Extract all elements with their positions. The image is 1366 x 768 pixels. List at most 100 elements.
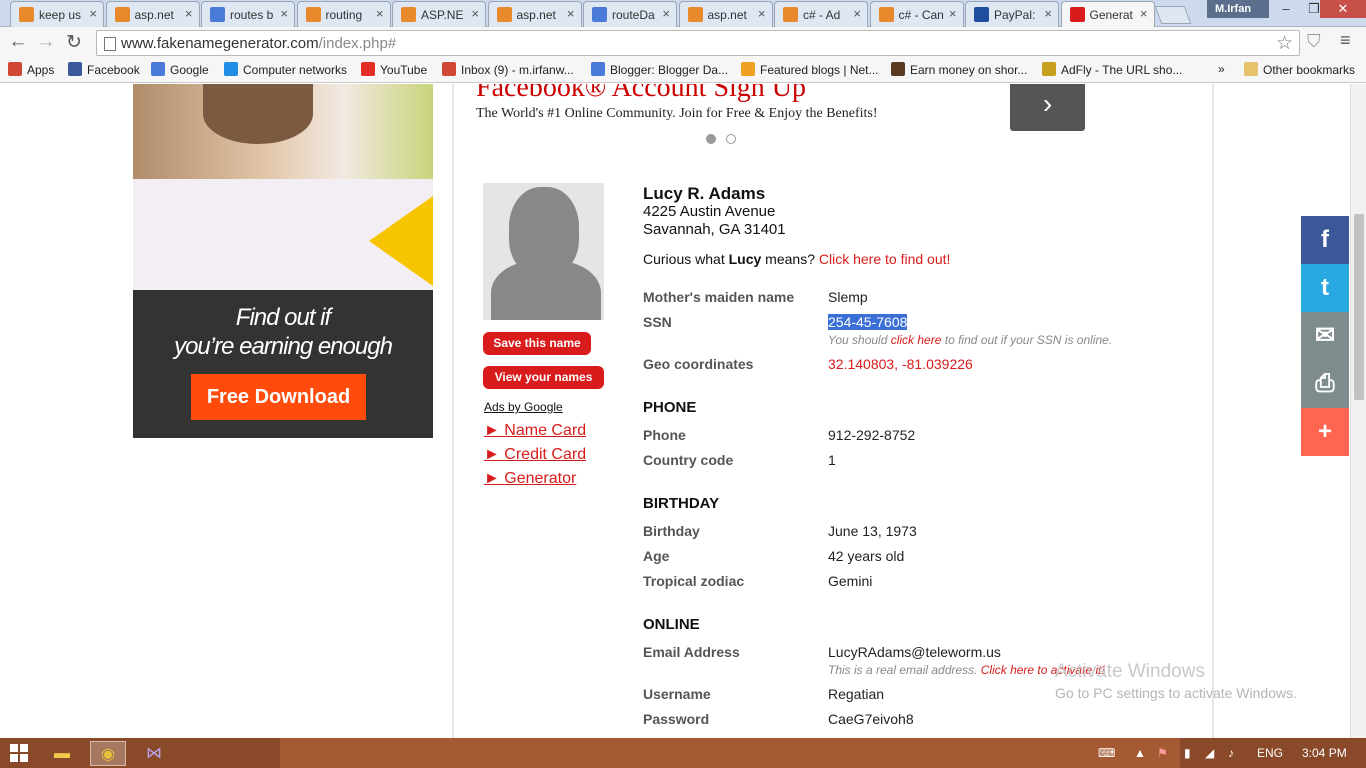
bookmark-item[interactable]: AdFly - The URL sho... — [1042, 62, 1182, 77]
bookmark-item[interactable]: Blogger: Blogger Da... — [591, 62, 728, 77]
email-label: Email Address — [643, 644, 740, 660]
bookmark-item[interactable]: Facebook — [68, 62, 140, 77]
close-tab-icon[interactable]: × — [280, 6, 288, 21]
clock[interactable]: 3:04 PM — [1302, 746, 1347, 760]
geo-value-link[interactable]: 32.140803, -81.039226 — [828, 356, 973, 372]
browser-tab[interactable]: Generat × — [1060, 1, 1155, 28]
bookmark-item[interactable]: Google — [151, 62, 209, 77]
browser-tab[interactable]: asp.net × — [487, 1, 582, 27]
browser-tab[interactable]: c# - Ad × — [774, 1, 868, 27]
plus-icon[interactable]: + — [1301, 408, 1349, 456]
browser-tab[interactable]: asp.net × — [105, 1, 200, 27]
close-tab-icon[interactable]: × — [567, 6, 575, 21]
back-icon[interactable]: ← — [6, 31, 30, 53]
reload-icon[interactable]: ↻ — [62, 31, 86, 54]
browser-toolbar: ← → ↻ www.fakenamegenerator.com/index.ph… — [0, 27, 1366, 58]
google-icon — [210, 7, 225, 22]
bookmark-item[interactable]: Earn money on shor... — [891, 62, 1027, 77]
name-meaning-link[interactable]: Click here to find out! — [819, 251, 951, 267]
bookmark-item[interactable]: Computer networks — [224, 62, 347, 77]
name-card-link[interactable]: ► Name Card — [484, 422, 586, 440]
username-value: Regatian — [828, 686, 885, 702]
close-window-button[interactable]: ✕ — [1320, 0, 1366, 18]
forward-icon[interactable]: → — [34, 31, 58, 53]
close-tab-icon[interactable]: × — [89, 6, 97, 21]
print-icon[interactable]: ⎙ — [1301, 360, 1349, 408]
fb-ad-title[interactable]: Facebook® Account Sign Up — [476, 84, 806, 104]
browser-tab[interactable]: routing × — [296, 1, 391, 27]
ssn-value[interactable]: 254-45-7608 — [828, 314, 908, 330]
email-value: LucyRAdams@teleworm.us — [828, 644, 1001, 660]
mail-icon[interactable]: ✉ — [1301, 312, 1349, 360]
tab-title: routing — [325, 8, 363, 22]
ads-by-google-link[interactable]: Ads by Google — [484, 400, 563, 414]
free-download-button[interactable]: Free Download — [191, 374, 366, 420]
generator-link[interactable]: ► Generator — [484, 470, 576, 488]
birthday-label: Birthday — [643, 523, 700, 539]
shield-extension-icon[interactable]: ⛉ — [1307, 31, 1327, 53]
file-explorer-icon[interactable]: ▬ — [44, 741, 80, 766]
bookmark-label: Earn money on shor... — [910, 63, 1028, 77]
new-tab-button[interactable] — [1154, 6, 1192, 24]
carousel-dot-1[interactable] — [706, 134, 716, 144]
chrome-menu-icon[interactable]: ≡ — [1340, 30, 1351, 51]
close-tab-icon[interactable]: × — [185, 6, 193, 21]
browser-tab[interactable]: ASP.NE × — [392, 1, 486, 27]
bookmark-item[interactable]: Inbox (9) - m.irfanw... — [442, 62, 574, 77]
browser-tab[interactable]: routes b × — [201, 1, 295, 27]
close-tab-icon[interactable]: × — [662, 6, 670, 21]
maiden-name-value: Slemp — [828, 289, 868, 305]
view-names-button[interactable]: View your names — [483, 366, 604, 389]
browser-tab[interactable]: routeDa × — [583, 1, 677, 27]
close-tab-icon[interactable]: × — [1140, 6, 1148, 21]
facebook-icon[interactable]: f — [1301, 216, 1349, 264]
battery-icon[interactable]: ▮ — [1184, 746, 1191, 760]
save-name-button[interactable]: Save this name — [483, 332, 591, 355]
ssn-check-link[interactable]: click here — [891, 333, 942, 347]
volume-icon[interactable]: ♪ — [1228, 746, 1234, 760]
stack-icon — [401, 7, 416, 22]
tab-title: c# - Ad — [803, 8, 841, 22]
scrollbar-thumb[interactable] — [1354, 214, 1364, 400]
close-tab-icon[interactable]: × — [758, 6, 766, 21]
bookmark-label: Google — [170, 63, 209, 77]
url-host: www.fakenamegenerator.com — [121, 35, 319, 52]
bookmark-label: Facebook — [87, 63, 140, 77]
browser-tab[interactable]: keep us × — [10, 1, 104, 27]
visual-studio-icon[interactable]: ⋈ — [136, 741, 172, 766]
page-scrollbar[interactable] — [1350, 84, 1366, 738]
bookmark-item[interactable]: Apps — [8, 62, 54, 77]
close-tab-icon[interactable]: × — [1044, 6, 1052, 21]
close-tab-icon[interactable]: × — [376, 6, 384, 21]
other-bookmarks[interactable]: Other bookmarks — [1244, 62, 1355, 77]
browser-tab[interactable]: asp.net × — [678, 1, 773, 27]
bookmarks-more-button[interactable]: » — [1218, 62, 1225, 76]
network-icon[interactable]: ◢ — [1205, 746, 1214, 760]
tray-expand-icon[interactable]: ▲ — [1134, 746, 1146, 760]
bookmark-star-icon[interactable]: ☆ — [1276, 32, 1293, 55]
credit-card-link[interactable]: ► Credit Card — [484, 446, 586, 464]
windows-start-icon[interactable] — [10, 744, 28, 762]
profile-button[interactable]: M.Irfan — [1207, 0, 1269, 18]
left-advertisement[interactable]: Find out if you’re earning enough Free D… — [133, 84, 433, 438]
close-tab-icon[interactable]: × — [853, 6, 861, 21]
action-center-icon[interactable]: ⚑ — [1157, 746, 1168, 760]
browser-tab[interactable]: PayPal: × — [965, 1, 1059, 27]
carousel-dot-2[interactable] — [726, 134, 736, 144]
browser-tab[interactable]: c# - Can × — [869, 1, 964, 27]
language-indicator[interactable]: ENG — [1257, 746, 1283, 760]
close-tab-icon[interactable]: × — [471, 6, 479, 21]
bookmark-item[interactable]: YouTube — [361, 62, 427, 77]
stack-icon — [496, 7, 512, 22]
carousel-next-icon[interactable]: › — [1010, 84, 1085, 131]
bookmark-item[interactable]: Featured blogs | Net... — [741, 62, 879, 77]
close-tab-icon[interactable]: × — [949, 6, 957, 21]
twitter-icon[interactable]: t — [1301, 264, 1349, 312]
address-bar[interactable]: www.fakenamegenerator.com/index.php# ☆ — [96, 30, 1300, 56]
minimize-button[interactable]: – — [1272, 0, 1300, 18]
fb-ad-subtitle: The World's #1 Online Community. Join fo… — [476, 106, 878, 121]
keyboard-icon[interactable]: ⌨ — [1098, 746, 1115, 760]
bookmark-label: Computer networks — [243, 63, 348, 77]
page-icon — [104, 37, 116, 51]
chrome-taskbar-icon[interactable]: ◉ — [90, 741, 126, 766]
